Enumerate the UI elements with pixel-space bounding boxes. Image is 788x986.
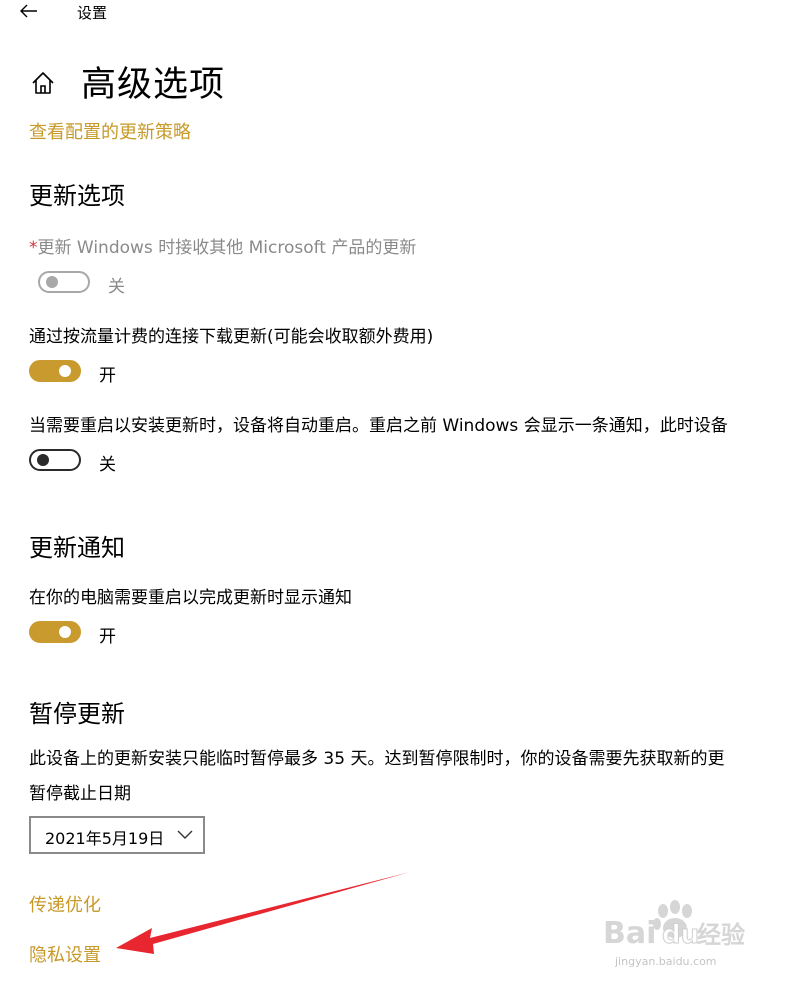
pause-date-label: 暂停截止日期: [29, 784, 131, 804]
toggle-metered-connection[interactable]: [29, 360, 81, 382]
toggle-state-metered-connection: 开: [99, 366, 116, 386]
home-icon[interactable]: [30, 70, 56, 96]
watermark-brand-cn: 经验: [697, 921, 745, 949]
setting-label-metered-connection: 通过按流量计费的连接下载更新(可能会收取额外费用): [29, 327, 434, 347]
paw-icon: [653, 900, 692, 938]
toggle-state-other-products: 关: [108, 277, 125, 297]
section-title-update-options: 更新选项: [29, 182, 125, 210]
toggle-knob: [46, 276, 58, 288]
toggle-knob: [59, 365, 71, 377]
delivery-optimization-link[interactable]: 传递优化: [29, 891, 101, 917]
chevron-down-icon: [177, 830, 193, 839]
privacy-settings-link[interactable]: 隐私设置: [29, 941, 101, 967]
watermark-url: jingyan.baidu.com: [614, 955, 717, 968]
annotation-arrow-shape: [116, 872, 410, 954]
toggle-state-restart-notification: 开: [99, 627, 116, 647]
setting-label-other-products: *更新 Windows 时接收其他 Microsoft 产品的更新: [29, 238, 417, 258]
toggle-auto-restart[interactable]: [29, 449, 81, 471]
toggle-other-products[interactable]: [38, 271, 90, 293]
pause-date-value: 2021年5月19日: [45, 829, 165, 848]
pause-description: 此设备上的更新安装只能临时暂停最多 35 天。达到暂停限制时，你的设备需要先获取…: [29, 749, 725, 769]
watermark-brand: Bai: [603, 916, 656, 951]
section-title-update-notifications: 更新通知: [29, 534, 125, 562]
toggle-restart-notification[interactable]: [29, 621, 81, 643]
back-arrow-icon: [20, 4, 37, 18]
setting-label-restart-notification: 在你的电脑需要重启以完成更新时显示通知: [29, 588, 352, 608]
back-button[interactable]: [18, 0, 40, 22]
required-asterisk: *: [29, 238, 38, 258]
pause-date-dropdown[interactable]: 2021年5月19日: [29, 816, 205, 854]
view-policy-link[interactable]: 查看配置的更新策略: [29, 118, 191, 144]
page-title: 高级选项: [81, 65, 226, 105]
window-title: 设置: [77, 4, 108, 22]
setting-label-auto-restart: 当需要重启以安装更新时，设备将自动重启。重启之前 Windows 会显示一条通知…: [29, 416, 728, 436]
watermark-brand-du: du: [662, 920, 699, 950]
baidu-watermark: Bai du 经验 jingyan.baidu.com: [603, 900, 745, 968]
toggle-knob: [37, 454, 49, 466]
section-title-pause-updates: 暂停更新: [29, 700, 125, 728]
toggle-state-auto-restart: 关: [99, 455, 116, 475]
toggle-knob: [59, 626, 71, 638]
